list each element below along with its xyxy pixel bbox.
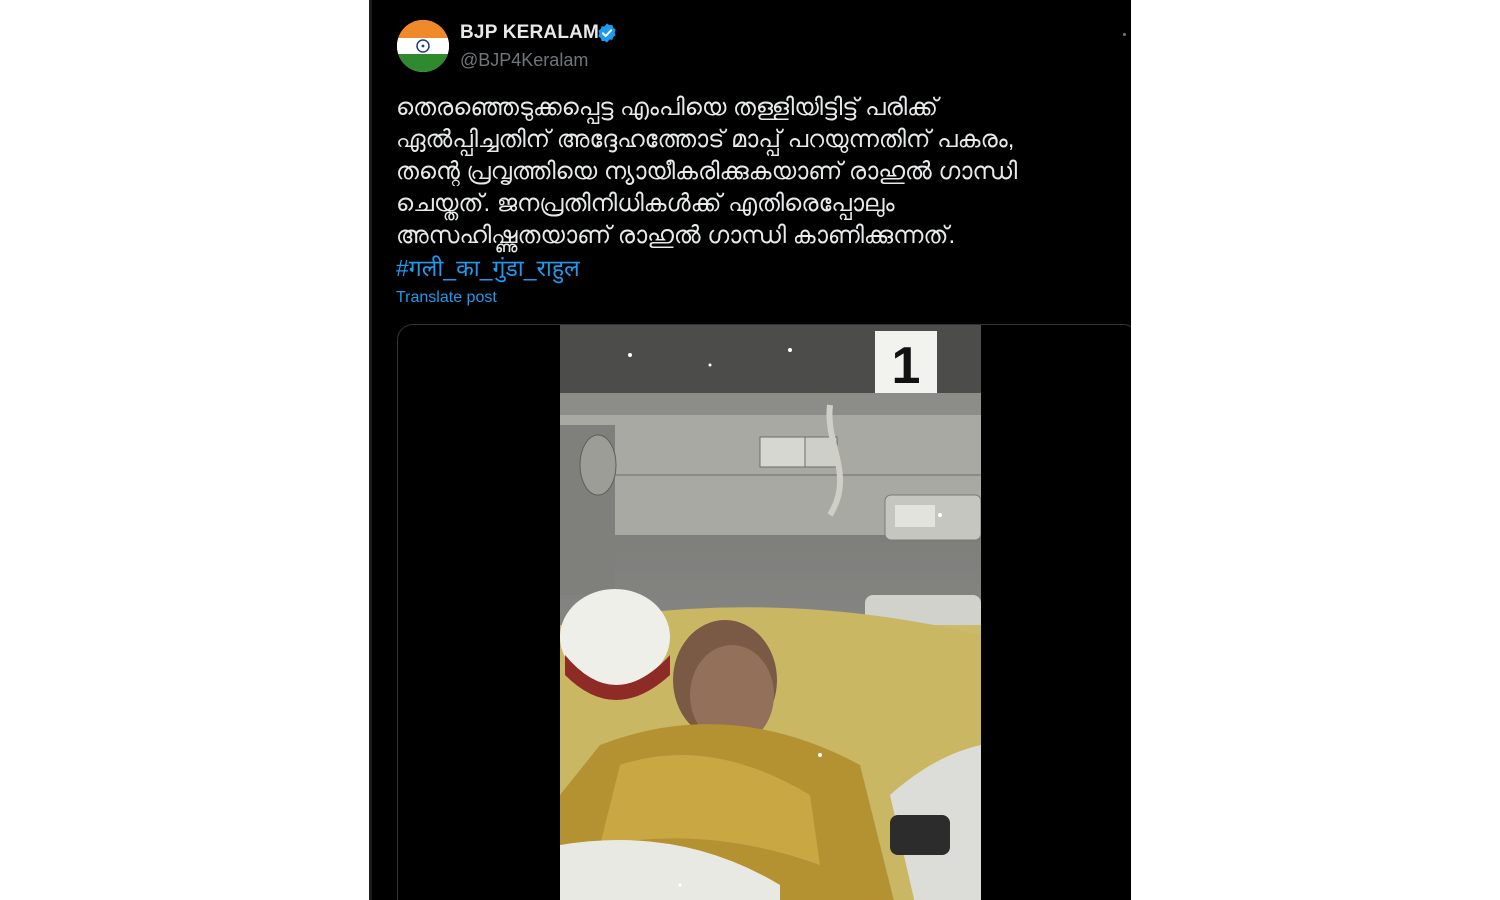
hospital-photo-illustration: 1 (560, 325, 981, 900)
hospital-photo[interactable]: 1 (560, 325, 981, 900)
avatar[interactable] (397, 20, 449, 72)
tweet-text: തെരഞ്ഞെടുക്കപ്പെട്ട എംപിയെ തള്ളിയിട്ടിട്… (396, 94, 1018, 249)
display-name[interactable]: BJP KERALAM (460, 22, 599, 44)
hashtag-link[interactable]: #गली_का_गुंडा_राहुल (396, 253, 580, 283)
translate-post-link[interactable]: Translate post (396, 289, 497, 307)
verified-badge-icon (598, 23, 616, 43)
tweet-screenshot: BJP KERALAM @BJP4Keralam തെരഞ്ഞെടുക്കപ്പ… (369, 0, 1131, 900)
india-flag-icon (397, 20, 449, 72)
media-card[interactable]: 1 (397, 324, 1131, 900)
window-edge (369, 0, 372, 900)
bed-number-sign: 1 (892, 337, 921, 395)
more-options-icon[interactable] (1123, 33, 1126, 36)
user-handle[interactable]: @BJP4Keralam (460, 50, 588, 71)
